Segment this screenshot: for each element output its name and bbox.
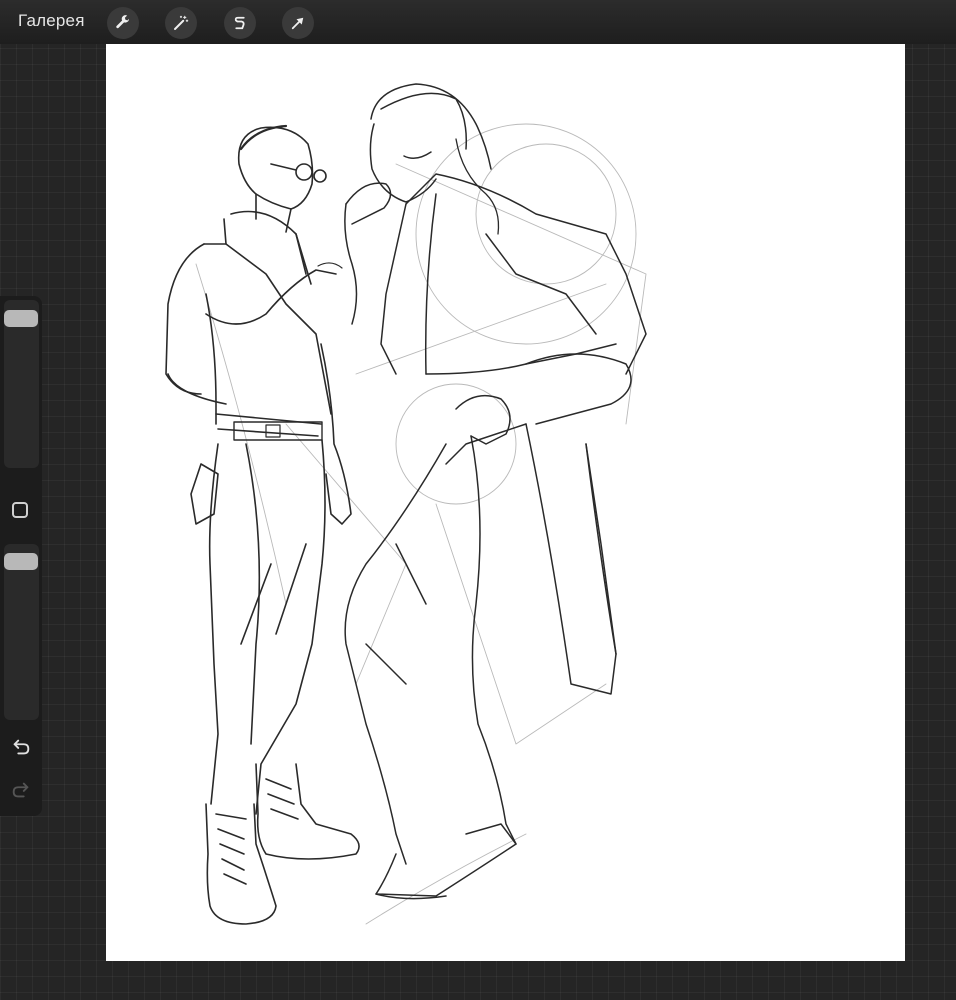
brush-sidebar [0,296,42,816]
modify-square-icon[interactable] [12,502,28,518]
selection-button[interactable] [224,7,256,39]
move-arrow-icon [291,17,304,30]
magic-wand-icon [174,15,189,30]
opacity-slider[interactable] [4,544,39,720]
drawing-canvas[interactable] [106,44,905,961]
top-toolbar: Галерея [0,0,956,44]
actions-button[interactable] [107,7,139,39]
redo-icon[interactable] [10,779,32,801]
opacity-thumb[interactable] [4,553,38,570]
pencil-sketch [165,83,647,925]
gallery-button[interactable]: Галерея [18,11,85,31]
adjustments-button[interactable] [165,7,197,39]
wrench-icon [116,15,129,29]
undo-icon[interactable] [10,736,32,758]
transform-button[interactable] [282,7,314,39]
selection-s-icon [234,16,245,30]
brush-size-thumb[interactable] [4,310,38,327]
